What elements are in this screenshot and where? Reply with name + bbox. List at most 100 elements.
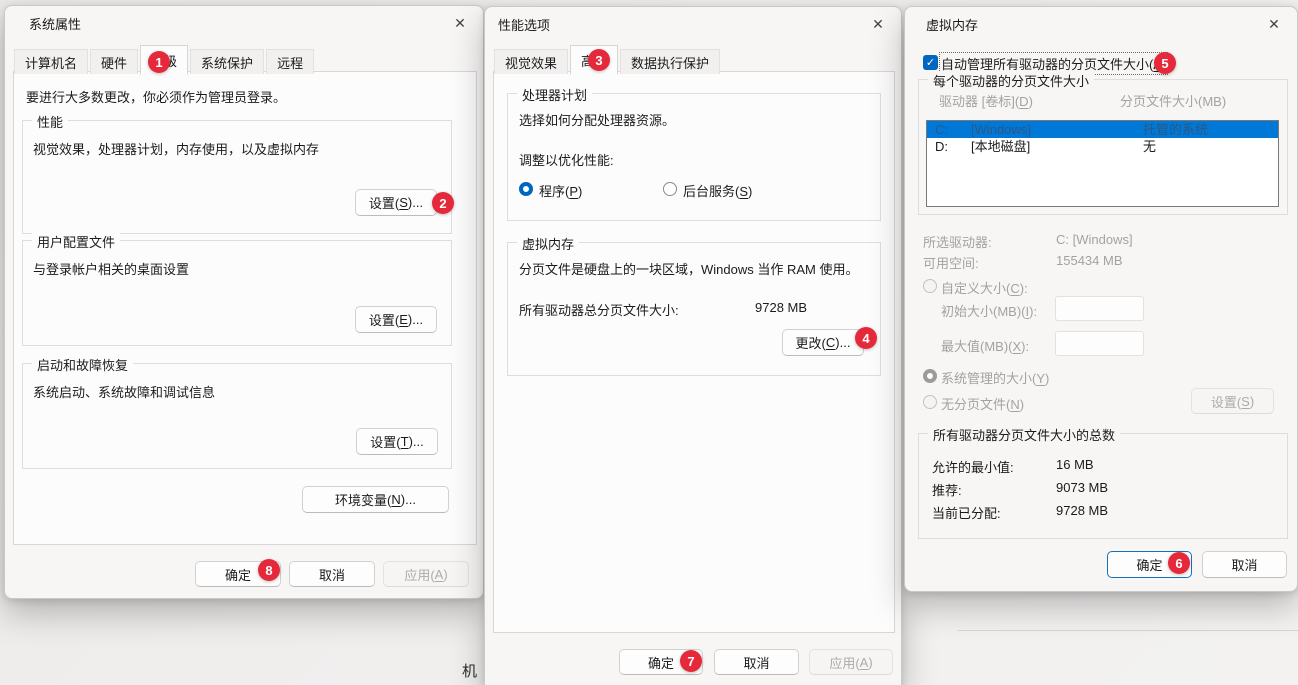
drive-volume: [本地磁盘]: [971, 138, 1030, 155]
custom-size-radio-label: 自定义大小(C):: [941, 278, 1028, 297]
advanced-tab-page: 要进行大多数更改，你必须作为管理员登录。 性能 视觉效果，处理器计划，内存使用，…: [13, 71, 477, 545]
tab-dep[interactable]: 数据执行保护: [620, 49, 720, 74]
selected-drive-value: C: [Windows]: [1056, 232, 1133, 247]
performance-settings-button[interactable]: 设置(S)...: [355, 189, 437, 216]
tab-computer-name[interactable]: 计算机名: [14, 49, 88, 74]
drive-listbox[interactable]: C: [Windows] 托管的系统 D: [本地磁盘] 无: [926, 120, 1279, 207]
advanced-tab-page: 处理器计划 选择如何分配处理器资源。 调整以优化性能: 程序(P) 后台服务(S…: [493, 71, 895, 633]
virtual-memory-legend: 虚拟内存: [517, 234, 579, 253]
drive-paging-size: 托管的系统: [1143, 121, 1208, 138]
free-space-value: 155434 MB: [1056, 253, 1123, 268]
background-services-radio-label[interactable]: 后台服务(S): [683, 181, 752, 200]
auto-manage-checkbox[interactable]: ✓: [923, 55, 938, 70]
selected-drive-label: 所选驱动器:: [923, 232, 992, 251]
performance-options-dialog: 性能选项 ✕ 视觉效果 高级 数据执行保护 3 处理器计划 选择如何分配处理器资…: [484, 6, 902, 685]
initial-size-label: 初始大小(MB)(I):: [941, 301, 1037, 320]
checkmark-icon: ✓: [926, 56, 935, 69]
totals-group: 所有驱动器分页文件大小的总数 允许的最小值: 16 MB 推荐: 9073 MB…: [918, 433, 1288, 539]
close-button[interactable]: ✕: [449, 12, 471, 34]
currently-allocated-value: 9728 MB: [1056, 503, 1108, 518]
cancel-button[interactable]: 取消: [1202, 551, 1287, 578]
minimum-allowed-value: 16 MB: [1056, 457, 1094, 472]
drive-column-header: 驱动器 [卷标](D): [939, 91, 1033, 110]
recommended-label: 推荐:: [932, 480, 962, 499]
dialog-title: 虚拟内存: [926, 15, 978, 34]
close-icon: ✕: [872, 16, 884, 33]
programs-radio[interactable]: [519, 182, 533, 196]
recommended-value: 9073 MB: [1056, 480, 1108, 495]
user-profiles-desc: 与登录帐户相关的桌面设置: [33, 259, 189, 278]
drive-row-c[interactable]: C: [Windows] 托管的系统: [927, 121, 1278, 138]
cancel-button[interactable]: 取消: [289, 561, 375, 587]
system-managed-radio: [923, 369, 937, 383]
user-profiles-group-legend: 用户配置文件: [32, 232, 120, 251]
totals-legend: 所有驱动器分页文件大小的总数: [928, 425, 1120, 444]
close-button[interactable]: ✕: [1263, 13, 1285, 35]
free-space-label: 可用空间:: [923, 253, 979, 272]
drive-volume: [Windows]: [971, 121, 1031, 138]
per-drive-legend: 每个驱动器的分页文件大小: [928, 71, 1094, 90]
tab-system-protection[interactable]: 系统保护: [190, 49, 264, 74]
step-badge-3: 3: [588, 49, 610, 71]
custom-size-radio: [923, 279, 937, 293]
close-button[interactable]: ✕: [867, 13, 889, 35]
max-size-input: [1055, 331, 1144, 356]
dialog-title: 性能选项: [498, 15, 550, 34]
drive-row-d[interactable]: D: [本地磁盘] 无: [927, 138, 1278, 155]
performance-desc: 视觉效果，处理器计划，内存使用，以及虚拟内存: [33, 139, 319, 158]
initial-size-input: [1055, 296, 1144, 321]
processor-scheduling-legend: 处理器计划: [517, 85, 592, 104]
step-badge-6: 6: [1168, 552, 1190, 574]
startup-recovery-settings-button[interactable]: 设置(T)...: [356, 428, 438, 455]
tab-visual-effects[interactable]: 视觉效果: [494, 49, 568, 74]
total-paging-value: 9728 MB: [755, 300, 807, 315]
desktop-icon-label: 机: [462, 660, 477, 681]
drive-paging-size: 无: [1143, 138, 1156, 155]
virtual-memory-dialog: 虚拟内存 ✕ ✓ 自动管理所有驱动器的分页文件大小(A) 5 每个驱动器的分页文…: [904, 6, 1298, 592]
system-properties-titlebar: 系统属性 ✕: [5, 6, 483, 42]
close-icon: ✕: [454, 15, 466, 32]
performance-options-titlebar: 性能选项 ✕: [485, 7, 901, 43]
programs-radio-label[interactable]: 程序(P): [539, 181, 582, 200]
system-managed-radio-label: 系统管理的大小(Y): [941, 368, 1049, 387]
startup-recovery-desc: 系统启动、系统故障和调试信息: [33, 382, 215, 401]
system-properties-dialog: 系统属性 ✕ 计算机名 硬件 高级 系统保护 远程 1 要进行大多数更改，你必须…: [4, 5, 484, 599]
currently-allocated-label: 当前已分配:: [932, 503, 1001, 522]
drive-letter: C:: [935, 121, 948, 138]
admin-login-note: 要进行大多数更改，你必须作为管理员登录。: [26, 87, 286, 106]
apply-button: 应用(A): [809, 649, 893, 675]
virtual-memory-titlebar: 虚拟内存 ✕: [905, 7, 1297, 43]
tab-remote[interactable]: 远程: [266, 49, 314, 74]
minimum-allowed-label: 允许的最小值:: [932, 457, 1014, 476]
total-paging-label: 所有驱动器总分页文件大小:: [519, 300, 679, 319]
performance-group-legend: 性能: [32, 112, 68, 131]
step-badge-5: 5: [1154, 52, 1176, 74]
no-paging-file-radio: [923, 395, 937, 409]
background-services-radio[interactable]: [663, 182, 677, 196]
close-icon: ✕: [1268, 16, 1280, 33]
processor-scheduling-group: 处理器计划 选择如何分配处理器资源。 调整以优化性能: 程序(P) 后台服务(S…: [507, 93, 881, 221]
apply-button: 应用(A): [383, 561, 469, 587]
size-column-header: 分页文件大小(MB): [1120, 91, 1226, 110]
step-badge-8: 8: [258, 559, 280, 581]
per-drive-group: 每个驱动器的分页文件大小 驱动器 [卷标](D) 分页文件大小(MB) C: […: [918, 79, 1288, 215]
change-button[interactable]: 更改(C)...: [782, 329, 864, 356]
step-badge-7: 7: [680, 650, 702, 672]
startup-recovery-group: 启动和故障恢复 系统启动、系统故障和调试信息 设置(T)...: [22, 363, 452, 469]
virtual-memory-group: 虚拟内存 分页文件是硬盘上的一块区域，Windows 当作 RAM 使用。 所有…: [507, 242, 881, 376]
background-window-edge: [958, 630, 1298, 631]
startup-recovery-group-legend: 启动和故障恢复: [32, 355, 133, 374]
step-badge-4: 4: [855, 327, 877, 349]
step-badge-2: 2: [432, 192, 454, 214]
no-paging-file-radio-label: 无分页文件(N): [941, 394, 1024, 413]
performance-group: 性能 视觉效果，处理器计划，内存使用，以及虚拟内存 设置(S)...: [22, 120, 452, 234]
max-size-label: 最大值(MB)(X):: [941, 336, 1029, 355]
user-profiles-group: 用户配置文件 与登录帐户相关的桌面设置 设置(E)...: [22, 240, 452, 346]
dialog-title: 系统属性: [29, 14, 81, 33]
cancel-button[interactable]: 取消: [714, 649, 799, 675]
drive-letter: D:: [935, 138, 948, 155]
environment-variables-button[interactable]: 环境变量(N)...: [302, 486, 449, 513]
tab-hardware[interactable]: 硬件: [90, 49, 138, 74]
processor-desc: 选择如何分配处理器资源。: [519, 110, 675, 129]
user-profiles-settings-button[interactable]: 设置(E)...: [355, 306, 437, 333]
